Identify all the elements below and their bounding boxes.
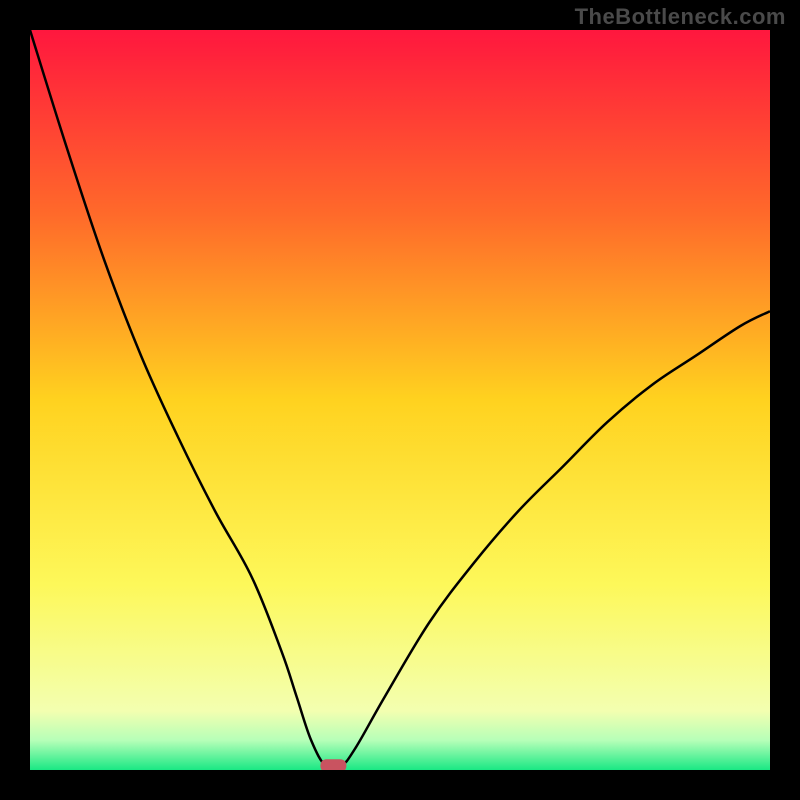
chart-frame: TheBottleneck.com	[0, 0, 800, 800]
optimal-marker	[320, 759, 346, 770]
plot-area	[30, 30, 770, 770]
bottleneck-chart-svg	[30, 30, 770, 770]
gradient-background	[30, 30, 770, 770]
watermark-text: TheBottleneck.com	[575, 4, 786, 30]
